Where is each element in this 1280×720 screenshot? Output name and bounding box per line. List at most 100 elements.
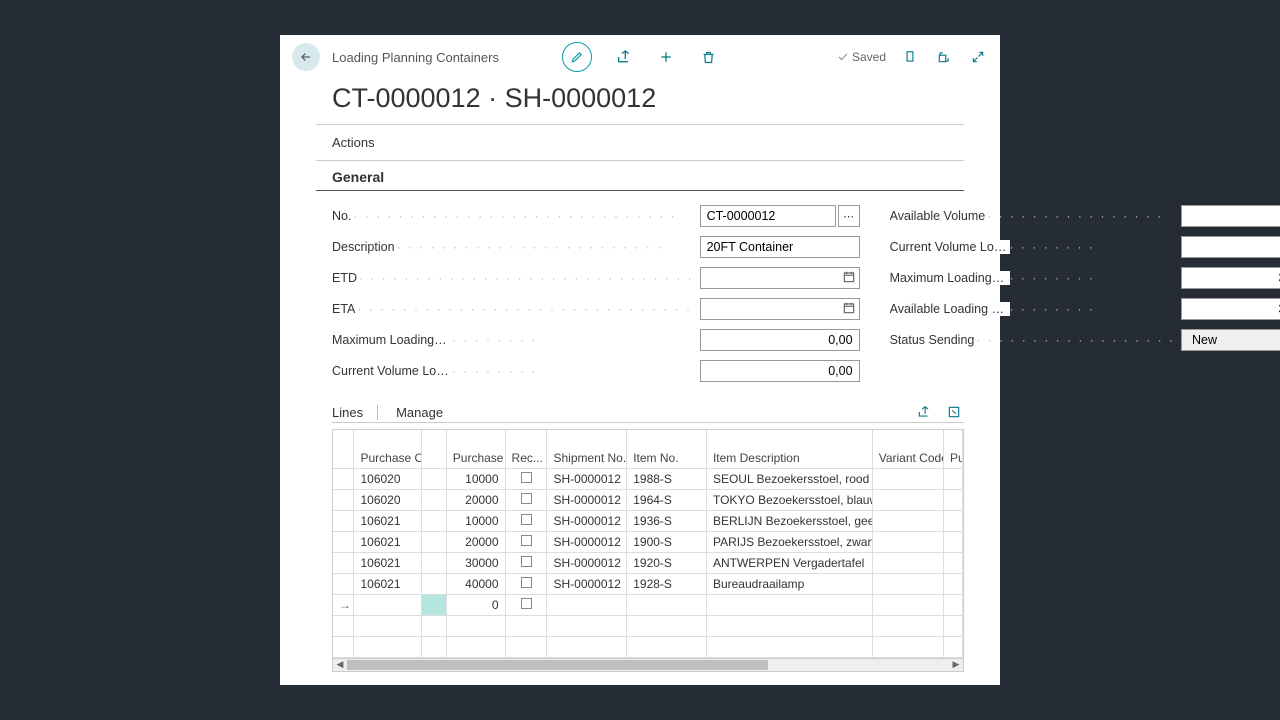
table-row[interactable]: 106020 10000 SH-00000121988-SSEOUL Bezoeke… <box>333 468 963 489</box>
cell-variant[interactable] <box>872 468 943 489</box>
cell-line[interactable]: 0 <box>446 594 505 615</box>
cell-line[interactable]: 10000 <box>446 468 505 489</box>
checkbox-icon[interactable] <box>521 514 532 525</box>
cell-desc[interactable]: TOKYO Bezoekersstoel, blauw <box>706 489 872 510</box>
cell-line[interactable]: 10000 <box>446 510 505 531</box>
cell-desc[interactable]: ANTWERPEN Vergadertafel <box>706 552 872 573</box>
col-item-description[interactable]: Item Description <box>706 430 872 468</box>
scroll-left-button[interactable]: ◀ <box>333 659 347 671</box>
table-empty-row[interactable] <box>333 636 963 657</box>
input-max-loading-w[interactable] <box>1181 267 1280 289</box>
cell-ship[interactable]: SH-0000012 <box>547 573 627 594</box>
back-button[interactable] <box>292 43 320 71</box>
cell-desc[interactable]: PARIJS Bezoekersstoel, zwart <box>706 531 872 552</box>
table-row[interactable]: 106021 40000 SH-00000121928-SBureaudraaila… <box>333 573 963 594</box>
cell-ship[interactable]: SH-0000012 <box>547 489 627 510</box>
input-current-volume-left[interactable] <box>700 360 860 382</box>
lines-share-button[interactable] <box>914 402 934 422</box>
cell-variant[interactable] <box>872 552 943 573</box>
share-button[interactable] <box>614 47 634 67</box>
col-shipment-no[interactable]: Shipment No. <box>547 430 627 468</box>
cell-variant[interactable] <box>872 531 943 552</box>
col-pu[interactable]: Pu <box>944 430 963 468</box>
input-current-volume-right[interactable] <box>1181 236 1280 258</box>
label-eta: ETA <box>332 302 357 316</box>
cell-rec[interactable] <box>505 531 547 552</box>
cell-variant[interactable] <box>872 510 943 531</box>
cell-line[interactable]: 20000 <box>446 489 505 510</box>
new-button[interactable] <box>656 47 676 67</box>
input-available-loading-wei[interactable] <box>1181 298 1280 320</box>
cell-rec[interactable] <box>505 552 547 573</box>
expand-button[interactable] <box>968 47 988 67</box>
cell-variant[interactable] <box>872 489 943 510</box>
input-description[interactable] <box>700 236 860 258</box>
checkbox-icon[interactable] <box>521 493 532 504</box>
cell-rec[interactable] <box>505 468 547 489</box>
input-eta[interactable] <box>700 298 860 320</box>
cell-item[interactable]: 1928-S <box>627 573 707 594</box>
table-new-row[interactable]: →0 <box>333 594 963 615</box>
col-rec[interactable]: Rec... <box>505 430 547 468</box>
actions-tab[interactable]: Actions <box>280 125 1000 160</box>
input-max-loading-vo[interactable] <box>700 329 860 351</box>
cell-ship[interactable]: SH-0000012 <box>547 552 627 573</box>
lines-expand-button[interactable] <box>944 402 964 422</box>
table-empty-row[interactable] <box>333 615 963 636</box>
bookmark-button[interactable] <box>900 47 920 67</box>
breadcrumb-title[interactable]: Loading Planning Containers <box>332 50 499 65</box>
cell-rec[interactable] <box>505 573 547 594</box>
table-row[interactable]: 106020 20000 SH-00000121964-STOKYO Bezoeke… <box>333 489 963 510</box>
cell-po[interactable]: 106020 <box>354 489 421 510</box>
cell-po[interactable]: 106020 <box>354 468 421 489</box>
cell-line[interactable]: 30000 <box>446 552 505 573</box>
col-purchase-order-no[interactable]: Purchase Order No. <box>354 430 421 468</box>
cell-desc[interactable]: SEOUL Bezoekersstoel, rood <box>706 468 872 489</box>
cell-variant[interactable] <box>872 573 943 594</box>
cell-desc[interactable]: BERLIJN Bezoekersstoel, geel <box>706 510 872 531</box>
table-row[interactable]: 106021 30000 SH-00000121920-SANTWERPEN Ver… <box>333 552 963 573</box>
checkbox-icon[interactable] <box>521 472 532 483</box>
col-variant-code[interactable]: Variant Code <box>872 430 943 468</box>
cell-line[interactable]: 20000 <box>446 531 505 552</box>
table-row[interactable]: 106021 20000 SH-00000121900-SPARIJS Bezoek… <box>333 531 963 552</box>
checkbox-icon[interactable] <box>521 598 532 609</box>
cell-item[interactable]: 1920-S <box>627 552 707 573</box>
scroll-thumb[interactable] <box>347 660 768 670</box>
cell-item[interactable]: 1900-S <box>627 531 707 552</box>
table-row[interactable]: 106021 10000 SH-00000121936-SBERLIJN Bezoe… <box>333 510 963 531</box>
cell-po[interactable]: 106021 <box>354 531 421 552</box>
cell-item[interactable]: 1936-S <box>627 510 707 531</box>
col-item-no[interactable]: Item No. <box>627 430 707 468</box>
checkbox-icon[interactable] <box>521 535 532 546</box>
delete-button[interactable] <box>698 47 718 67</box>
cell-line[interactable]: 40000 <box>446 573 505 594</box>
scroll-track[interactable] <box>347 659 949 671</box>
popout-button[interactable] <box>934 47 954 67</box>
cell-po[interactable]: 106021 <box>354 573 421 594</box>
cell-ship[interactable]: SH-0000012 <box>547 468 627 489</box>
scroll-right-button[interactable]: ▶ <box>949 659 963 671</box>
cell-po[interactable]: 106021 <box>354 552 421 573</box>
field-max-loading-w: Maximum Loading W...· · · · · · · · <box>890 267 1280 289</box>
lookup-button-no[interactable]: ⋯ <box>838 205 860 227</box>
edit-button[interactable] <box>562 42 592 72</box>
horizontal-scrollbar[interactable]: ◀ ▶ <box>332 658 964 672</box>
lines-manage-button[interactable]: Manage <box>378 405 443 420</box>
section-general-title[interactable]: General <box>316 161 964 191</box>
cell-item[interactable]: 1988-S <box>627 468 707 489</box>
cell-desc[interactable]: Bureaudraailamp <box>706 573 872 594</box>
input-etd[interactable] <box>700 267 860 289</box>
cell-po[interactable]: 106021 <box>354 510 421 531</box>
input-available-volume[interactable] <box>1181 205 1280 227</box>
checkbox-icon[interactable] <box>521 577 532 588</box>
cell-rec[interactable] <box>505 510 547 531</box>
checkbox-icon[interactable] <box>521 556 532 567</box>
input-no[interactable] <box>700 205 836 227</box>
cell-rec[interactable] <box>505 489 547 510</box>
col-purchase-order-line-no[interactable]: Purchase Order Line No. <box>446 430 505 468</box>
cell-ship[interactable]: SH-0000012 <box>547 510 627 531</box>
cell-item[interactable]: 1964-S <box>627 489 707 510</box>
select-status-sending[interactable]: New <box>1181 329 1280 351</box>
cell-ship[interactable]: SH-0000012 <box>547 531 627 552</box>
